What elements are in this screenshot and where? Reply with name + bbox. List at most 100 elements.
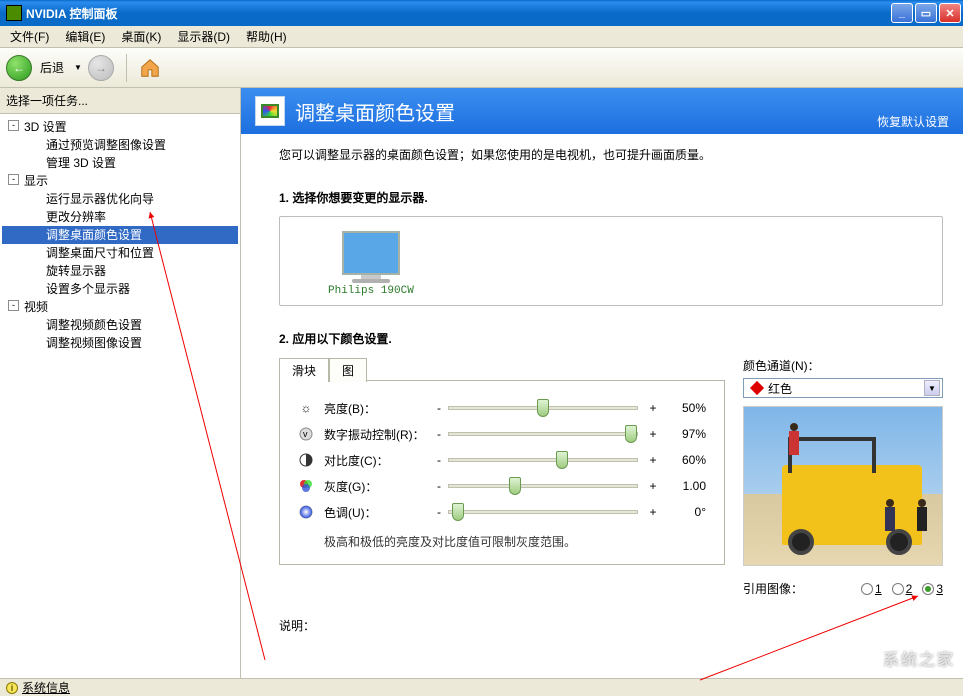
tree-item[interactable]: 调整视频图像设置 — [2, 334, 238, 352]
preview-image — [743, 406, 943, 566]
system-info-link[interactable]: 系统信息 — [22, 679, 70, 696]
app-icon — [6, 5, 22, 21]
contrast-icon — [298, 452, 314, 468]
vibrance-value: 97% — [666, 427, 706, 441]
channel-select[interactable]: 红色 ▼ — [743, 378, 943, 398]
section2-title: 2. 应用以下颜色设置. — [279, 330, 943, 347]
tree-item[interactable]: 调整桌面颜色设置 — [2, 226, 238, 244]
content-body: 您可以调整显示器的桌面颜色设置；如果您使用的是电视机，也可提升画面质量。 1. … — [241, 134, 963, 678]
refimg-option-label: 3 — [936, 582, 943, 596]
content-pane: 调整桌面颜色设置 恢复默认设置 您可以调整显示器的桌面颜色设置；如果您使用的是电… — [241, 88, 963, 678]
channel-label: 颜色通道(N)： — [743, 357, 943, 374]
slider-tab-body: ☼ 亮度(B)： - + 50% v 数字振动控制(R)： - — [279, 380, 725, 565]
gamma-row: 灰度(G)： - + 1.00 — [298, 473, 706, 499]
brightness-label: 亮度(B)： — [324, 400, 434, 417]
tree-item[interactable]: 设置多个显示器 — [2, 280, 238, 298]
slider-note: 极高和极低的亮度及对比度值可限制灰度范围。 — [324, 533, 706, 550]
slider-panel: 滑块 图 ☼ 亮度(B)： - + 50% v — [279, 357, 725, 565]
contrast-slider[interactable] — [448, 458, 638, 462]
tree-item[interactable]: 更改分辨率 — [2, 208, 238, 226]
menu-help[interactable]: 帮助(H) — [238, 26, 295, 47]
brightness-row: ☼ 亮度(B)： - + 50% — [298, 395, 706, 421]
back-arrow-icon: ← — [13, 61, 25, 75]
menu-edit[interactable]: 编辑(E) — [57, 26, 113, 47]
window-title: NVIDIA 控制面板 — [26, 5, 889, 22]
back-label: 后退 — [40, 59, 64, 76]
monitor-icon — [342, 231, 400, 275]
tree-item[interactable]: 调整视频颜色设置 — [2, 316, 238, 334]
menu-bar: 文件(F) 编辑(E) 桌面(K) 显示器(D) 帮助(H) — [0, 26, 963, 48]
hue-slider[interactable] — [448, 510, 638, 514]
home-button[interactable] — [139, 57, 161, 79]
display-item[interactable]: Philips 190CW — [328, 231, 414, 297]
minimize-button[interactable]: _ — [891, 3, 913, 23]
menu-file[interactable]: 文件(F) — [2, 26, 57, 47]
contrast-row: 对比度(C)： - + 60% — [298, 447, 706, 473]
vibrance-label: 数字振动控制(R)： — [324, 426, 434, 443]
vibrance-slider[interactable] — [448, 432, 638, 436]
toolbar-separator — [126, 54, 127, 82]
tree-item[interactable]: 调整桌面尺寸和位置 — [2, 244, 238, 262]
hue-icon — [298, 504, 314, 520]
brightness-slider[interactable] — [448, 406, 638, 410]
channel-swatch-icon — [750, 381, 764, 395]
tree-item[interactable]: 运行显示器优化向导 — [2, 190, 238, 208]
menu-desktop[interactable]: 桌面(K) — [113, 26, 169, 47]
monitor-name: Philips 190CW — [328, 285, 414, 297]
gamma-slider[interactable] — [448, 484, 638, 488]
sidebar: 选择一项任务... -3D 设置通过预览调整图像设置管理 3D 设置-显示运行显… — [0, 88, 241, 678]
sidebar-title: 选择一项任务... — [0, 88, 240, 114]
refimg-option-label: 1 — [875, 582, 882, 596]
vibrance-row: v 数字振动控制(R)： - + 97% — [298, 421, 706, 447]
refimg-label: 引用图像： — [743, 580, 803, 597]
svg-text:v: v — [303, 429, 308, 439]
info-icon: i — [6, 682, 18, 694]
contrast-label: 对比度(C)： — [324, 452, 434, 469]
tab-chart[interactable]: 图 — [329, 358, 367, 382]
forward-button[interactable]: → — [88, 55, 114, 81]
close-button[interactable]: ✕ — [939, 3, 961, 23]
tree-group[interactable]: -视频 — [2, 298, 238, 316]
channel-panel: 颜色通道(N)： 红色 ▼ 引用图像： 1 2 3 — [743, 357, 943, 597]
tree-twisty-icon[interactable]: - — [8, 174, 19, 185]
tree-twisty-icon[interactable]: - — [8, 300, 19, 311]
vibrance-icon: v — [298, 426, 314, 442]
status-bar: i 系统信息 — [0, 678, 963, 696]
reference-image-row: 引用图像： 1 2 3 — [743, 580, 943, 597]
toolbar: ← 后退 ▼ → — [0, 48, 963, 88]
hue-row: 色调(U)： - + 0° — [298, 499, 706, 525]
section1-title: 1. 选择你想要变更的显示器. — [279, 189, 943, 206]
tree-item[interactable]: 管理 3D 设置 — [2, 154, 238, 172]
tree-item[interactable]: 通过预览调整图像设置 — [2, 136, 238, 154]
intro-text: 您可以调整显示器的桌面颜色设置；如果您使用的是电视机，也可提升画面质量。 — [279, 146, 943, 163]
menu-display[interactable]: 显示器(D) — [169, 26, 238, 47]
brightness-icon: ☼ — [298, 400, 314, 416]
tree-group[interactable]: -3D 设置 — [2, 118, 238, 136]
dropdown-icon: ▼ — [924, 380, 940, 396]
forward-arrow-icon: → — [95, 61, 107, 75]
contrast-value: 60% — [666, 453, 706, 467]
tree-item[interactable]: 旋转显示器 — [2, 262, 238, 280]
back-dropdown-icon[interactable]: ▼ — [74, 63, 82, 72]
page-header-icon — [255, 96, 285, 126]
tree-group[interactable]: -显示 — [2, 172, 238, 190]
color-settings-row: 滑块 图 ☼ 亮度(B)： - + 50% v — [279, 357, 943, 597]
maximize-button[interactable]: ▭ — [915, 3, 937, 23]
minus-icon: - — [434, 401, 444, 415]
gamma-value: 1.00 — [666, 479, 706, 493]
page-title: 调整桌面颜色设置 — [295, 97, 877, 126]
channel-value: 红色 — [768, 380, 792, 397]
main-area: 选择一项任务... -3D 设置通过预览调整图像设置管理 3D 设置-显示运行显… — [0, 88, 963, 678]
refimg-radio[interactable] — [861, 583, 873, 595]
refimg-option-label: 2 — [906, 582, 913, 596]
watermark: 系统之家 — [883, 646, 955, 670]
gamma-icon — [298, 478, 314, 494]
restore-defaults-link[interactable]: 恢复默认设置 — [877, 113, 949, 130]
refimg-radio[interactable] — [922, 583, 934, 595]
task-tree[interactable]: -3D 设置通过预览调整图像设置管理 3D 设置-显示运行显示器优化向导更改分辨… — [0, 114, 240, 678]
refimg-radio[interactable] — [892, 583, 904, 595]
home-icon — [139, 57, 161, 79]
back-button[interactable]: ← — [6, 55, 32, 81]
tab-sliders[interactable]: 滑块 — [279, 358, 329, 382]
tree-twisty-icon[interactable]: - — [8, 120, 19, 131]
